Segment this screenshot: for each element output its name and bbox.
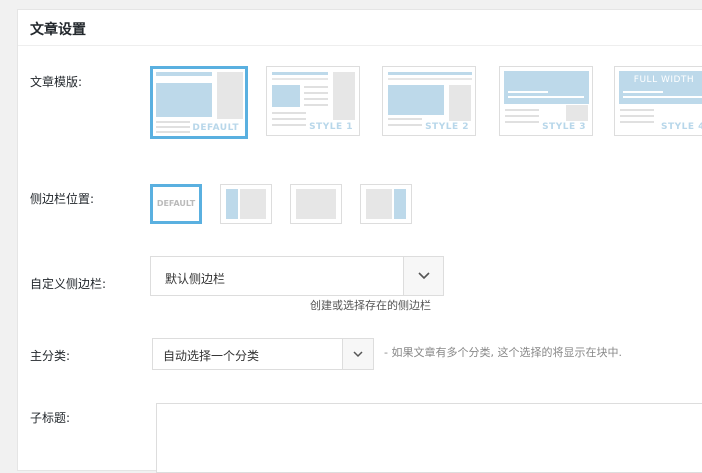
subtitle-textarea[interactable] (156, 403, 702, 473)
panel-title: 文章设置 (30, 22, 86, 38)
template-option-style-2[interactable]: STYLE 2 (382, 66, 476, 136)
main-category-hint: - 如果文章有多个分类, 这个选择的将显示在块中. (384, 346, 622, 359)
template-option-style-1[interactable]: STYLE 1 (266, 66, 360, 136)
chevron-down-icon (353, 351, 363, 358)
template-option-style-3[interactable]: STYLE 3 (499, 66, 593, 136)
main-category-label: 主分类: (30, 349, 71, 363)
template-option-style-4[interactable]: FULL WIDTH STYLE 4 (614, 66, 702, 136)
custom-sidebar-select[interactable]: 默认侧边栏 (150, 256, 444, 296)
template-tag: STYLE 2 (423, 122, 471, 132)
template-tag: STYLE 1 (307, 122, 355, 132)
custom-sidebar-value: 默认侧边栏 (165, 272, 226, 286)
sidebar-position-right[interactable] (360, 184, 412, 224)
sidebar-position-default[interactable]: DEFAULT (150, 184, 202, 224)
sidebar-position-left[interactable] (220, 184, 272, 224)
template-tag: DEFAULT (190, 123, 241, 133)
custom-sidebar-dropdown-button[interactable] (403, 257, 443, 295)
template-banner-text: FULL WIDTH (633, 75, 695, 85)
main-category-dropdown-button[interactable] (342, 339, 373, 369)
chevron-down-icon (417, 272, 430, 280)
template-tag: STYLE 4 (659, 122, 702, 132)
sidebar-position-label: 侧边栏位置: (30, 192, 95, 206)
panel-header: 文章设置 (18, 10, 702, 46)
template-tag: STYLE 3 (540, 122, 588, 132)
subtitle-label: 子标题: (30, 411, 71, 425)
custom-sidebar-hint: 创建或选择存在的侧边栏 (310, 299, 431, 312)
post-settings-panel: 文章设置 文章模版: DEFAULT STYLE 1 STYLE 2 STYLE… (17, 9, 702, 471)
main-category-select[interactable]: 自动选择一个分类 (152, 338, 374, 370)
main-category-value: 自动选择一个分类 (163, 349, 260, 363)
template-option-default[interactable]: DEFAULT (150, 66, 248, 139)
template-label: 文章模版: (30, 75, 83, 89)
custom-sidebar-label: 自定义侧边栏: (30, 277, 107, 291)
sidebar-default-text: DEFAULT (156, 199, 196, 208)
sidebar-position-none[interactable] (290, 184, 342, 224)
